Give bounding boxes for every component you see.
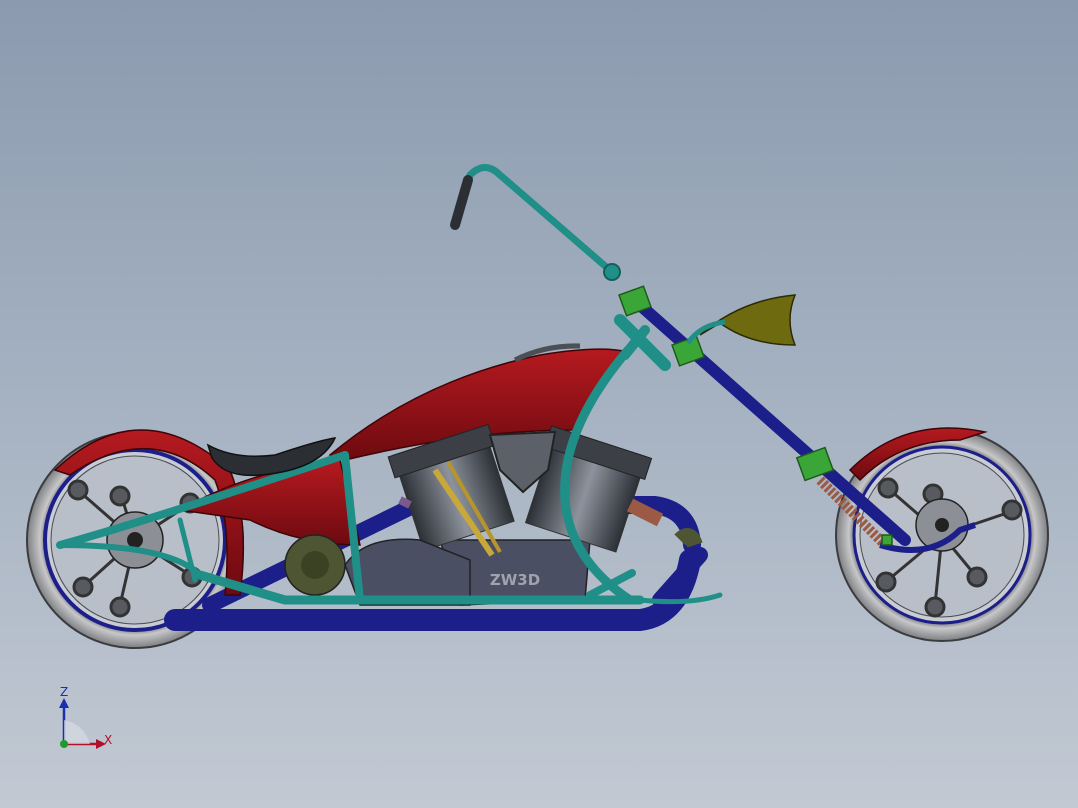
y-axis-origin-icon [60,740,68,748]
exhaust-pipe [398,496,412,509]
axis-triad: Z X [59,685,112,749]
chopper-model[interactable]: ZW3D [0,0,1078,808]
x-axis-label: X [104,733,112,747]
engine-logo: ZW3D [490,571,540,589]
headlight [699,294,797,346]
z-axis-label: Z [60,685,68,699]
handlebar-grip [450,175,473,230]
handlebar [464,164,671,371]
cad-viewport[interactable]: ZW3D Z X [0,0,1078,808]
